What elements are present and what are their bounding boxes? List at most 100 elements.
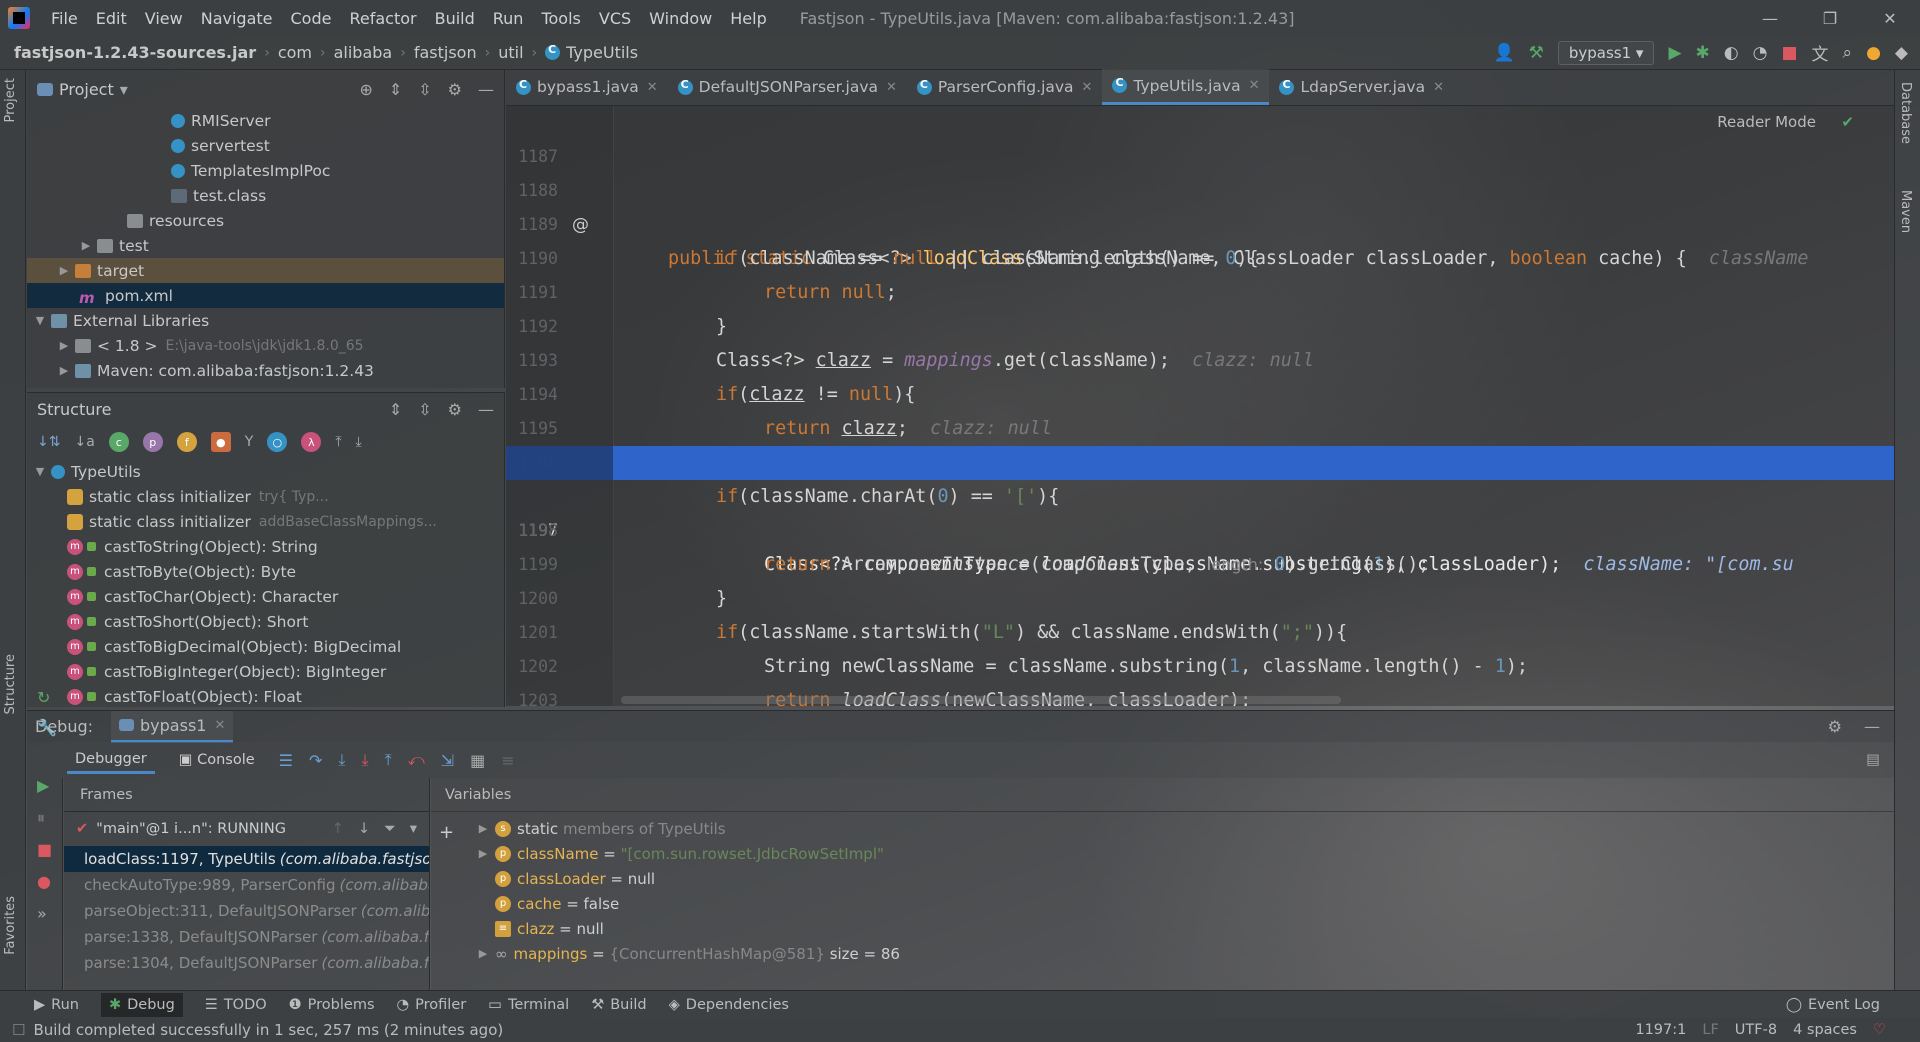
- editor-tab-typeutils[interactable]: TypeUtils.java✕: [1102, 69, 1270, 105]
- chevron-right-icon[interactable]: ▶: [79, 239, 93, 252]
- project-tool-tab[interactable]: Project: [3, 78, 18, 122]
- menu-vcs[interactable]: VCS: [590, 9, 640, 28]
- tree-item[interactable]: RMIServer: [27, 108, 504, 133]
- gear-icon[interactable]: ⚙: [448, 80, 462, 99]
- menu-window[interactable]: Window: [640, 9, 721, 28]
- caret-position[interactable]: 1197:1: [1635, 1022, 1686, 1038]
- trace-icon[interactable]: ≡: [501, 751, 514, 770]
- status-message[interactable]: Build completed successfully in 1 sec, 2…: [33, 1021, 503, 1039]
- step-into-icon[interactable]: ⤓: [338, 750, 345, 770]
- chevron-down-icon[interactable]: ▼: [33, 314, 47, 327]
- run-config-select[interactable]: bypass1 ▾: [1557, 40, 1655, 65]
- chevron-right-icon[interactable]: ▶: [57, 339, 71, 352]
- close-icon[interactable]: ✕: [214, 718, 225, 733]
- add-watch-icon[interactable]: +: [439, 822, 454, 843]
- line-separator[interactable]: LF: [1702, 1022, 1718, 1038]
- gear-icon[interactable]: ⚙: [1828, 717, 1842, 736]
- jetbrains-logo-icon[interactable]: ◆: [1895, 43, 1908, 63]
- collapse-all-icon[interactable]: ⇳: [418, 80, 431, 99]
- menu-build[interactable]: Build: [426, 9, 484, 28]
- structure-item[interactable]: m castToFloat(Object): Float: [27, 684, 504, 709]
- editor-tab-parserconfig[interactable]: ParserConfig.java✕: [907, 69, 1103, 105]
- chevron-down-icon[interactable]: ▾: [120, 80, 128, 99]
- menu-edit[interactable]: Edit: [87, 9, 136, 28]
- tree-item-external-libraries[interactable]: ▼ External Libraries: [27, 308, 504, 333]
- breadcrumb-fastjson[interactable]: fastjson: [414, 43, 477, 62]
- editor-tab-defaultjsonparser[interactable]: DefaultJSONParser.java✕: [668, 69, 907, 105]
- frame-item[interactable]: parseObject:311, DefaultJSONParser (com.a…: [64, 898, 429, 924]
- tab-console[interactable]: ▣ Console: [171, 748, 263, 772]
- view-breakpoints-icon[interactable]: ●: [37, 872, 51, 891]
- file-encoding[interactable]: UTF-8: [1735, 1022, 1777, 1038]
- show-anonymous-icon[interactable]: ○: [267, 432, 288, 452]
- expand-all-icon[interactable]: ⇕: [389, 80, 402, 99]
- coverage-icon[interactable]: ◐: [1724, 43, 1739, 63]
- menu-help[interactable]: Help: [721, 9, 775, 28]
- chevron-right-icon[interactable]: ▶: [57, 264, 71, 277]
- force-step-into-icon[interactable]: ⤓: [361, 750, 368, 770]
- hide-icon[interactable]: —: [478, 80, 494, 99]
- breadcrumb-alibaba[interactable]: alibaba: [334, 43, 393, 62]
- close-icon[interactable]: ✕: [1082, 80, 1093, 95]
- structure-item[interactable]: m castToBigDecimal(Object): BigDecimal: [27, 634, 504, 659]
- tree-item[interactable]: test.class: [27, 183, 504, 208]
- collapse-all-icon[interactable]: ⇳: [418, 400, 431, 419]
- tree-item-maven-lib[interactable]: ▶ Maven: com.alibaba:fastjson:1.2.43: [27, 358, 504, 383]
- thread-selector[interactable]: ✔ "main"@1 i...n": RUNNING ↑ ↓ ⏷ ▾: [64, 812, 429, 846]
- more-icon[interactable]: »: [37, 904, 47, 923]
- tree-item-pom[interactable]: m pom.xml: [27, 283, 504, 308]
- autoscroll-from-source-icon[interactable]: ⤓: [356, 434, 362, 450]
- menu-run[interactable]: Run: [484, 9, 533, 28]
- show-lambdas-icon[interactable]: Y: [245, 434, 254, 450]
- chevron-down-icon[interactable]: ▼: [33, 465, 47, 478]
- show-lambda-icon[interactable]: λ: [301, 432, 322, 452]
- panel-toggle-icon[interactable]: ☐: [12, 1021, 25, 1039]
- show-inherited-icon[interactable]: c: [108, 432, 129, 452]
- debug-bug-icon[interactable]: ✱: [1696, 43, 1710, 63]
- dependencies-tool-button[interactable]: ◈ Dependencies: [669, 997, 789, 1013]
- notification-icon[interactable]: ♡: [1873, 1022, 1886, 1038]
- breadcrumb-util[interactable]: util: [498, 43, 523, 62]
- close-icon[interactable]: ✕: [647, 80, 658, 95]
- tree-item-target[interactable]: ▶ target: [27, 258, 504, 283]
- variable-row[interactable]: ▶ p className = "[com.sun.rowset.JdbcRow…: [471, 841, 1894, 866]
- tree-item[interactable]: resources: [27, 208, 504, 233]
- filter-icon[interactable]: ⏷: [384, 821, 396, 837]
- event-log-button[interactable]: ◯ Event Log: [1786, 997, 1920, 1013]
- variable-row[interactable]: ▶ s static members of TypeUtils: [471, 816, 1894, 841]
- resume-icon[interactable]: ▶: [37, 776, 49, 795]
- close-icon[interactable]: ✕: [886, 80, 897, 95]
- menu-file[interactable]: File: [42, 9, 87, 28]
- problems-tool-button[interactable]: ❶ Problems: [289, 997, 375, 1013]
- tree-item[interactable]: TemplatesImplPoc: [27, 158, 504, 183]
- menu-view[interactable]: View: [136, 9, 192, 28]
- close-icon[interactable]: ✕: [1860, 9, 1920, 28]
- editor-tab-ldapserver[interactable]: LdapServer.java✕: [1269, 69, 1454, 105]
- hide-icon[interactable]: —: [1864, 717, 1880, 736]
- evaluate-expression-icon[interactable]: ▦: [470, 751, 485, 770]
- variable-row[interactable]: ≡ clazz = null: [471, 916, 1894, 941]
- structure-item[interactable]: static class initializer try{ Typ...: [27, 484, 504, 509]
- gear-icon[interactable]: ⚙: [448, 400, 462, 419]
- frame-item[interactable]: parse:1304, DefaultJSONParser (com.alibab…: [64, 950, 429, 976]
- minimize-icon[interactable]: —: [1740, 9, 1800, 28]
- editor-tab-bypass1[interactable]: bypass1.java✕: [506, 69, 668, 105]
- show-nonpublic-icon[interactable]: ●: [210, 432, 231, 452]
- structure-item[interactable]: static class initializer addBaseClassMapp…: [27, 509, 504, 534]
- code-editor[interactable]: Reader Mode ✔ 1187 1188 @ public static …: [506, 106, 1894, 706]
- breadcrumb-jar[interactable]: fastjson-1.2.43-sources.jar: [14, 43, 256, 62]
- step-out-icon[interactable]: ⤒: [385, 750, 392, 770]
- tree-item-jdk[interactable]: ▶ < 1.8 > E:\java-tools\jdk\jdk1.8.0_65: [27, 333, 504, 358]
- structure-item[interactable]: m castToByte(Object): Byte: [27, 559, 504, 584]
- indent-setting[interactable]: 4 spaces: [1793, 1022, 1857, 1038]
- chevron-right-icon[interactable]: ▶: [471, 847, 495, 860]
- terminal-tool-button[interactable]: ▭ Terminal: [488, 997, 569, 1013]
- rerun-icon[interactable]: ↻: [37, 688, 50, 707]
- maven-tool-tab[interactable]: Maven: [1898, 190, 1913, 233]
- breadcrumb-typeutils[interactable]: TypeUtils: [566, 43, 638, 62]
- chevron-right-icon[interactable]: ▶: [471, 947, 495, 960]
- user-icon[interactable]: 👤: [1493, 43, 1514, 63]
- menu-code[interactable]: Code: [282, 9, 341, 28]
- chevron-right-icon[interactable]: ▶: [471, 822, 495, 835]
- step-over-icon[interactable]: ↷: [309, 751, 322, 770]
